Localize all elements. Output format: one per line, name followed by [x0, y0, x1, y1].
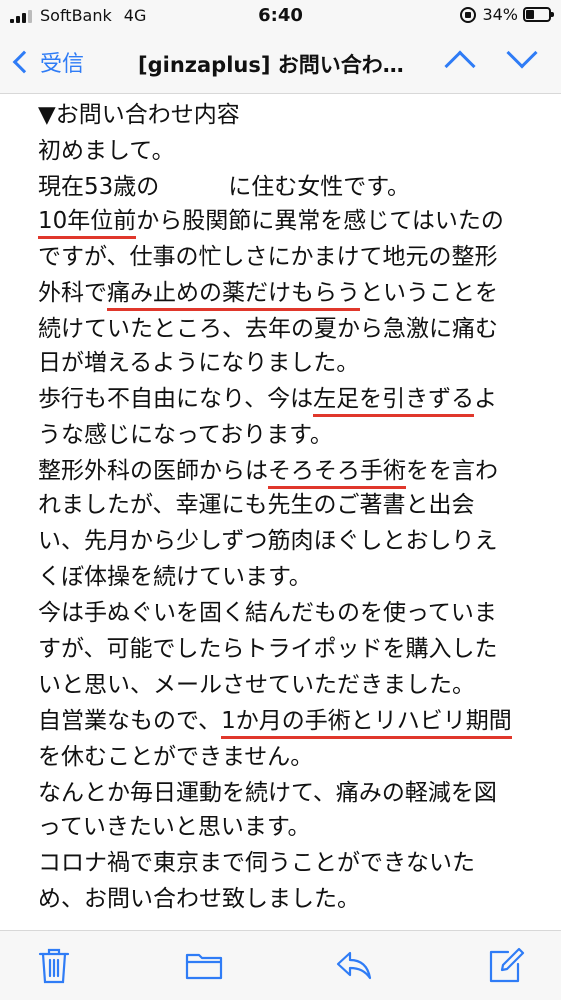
- body-text: 日が増えるようになりました。: [38, 350, 360, 376]
- body-text: 今は手ぬぐいを固く結んだものを使っていま: [38, 600, 497, 626]
- highlighted-phrase: 1か月の手術とリハビリ期間: [221, 708, 512, 739]
- body-text: 外科で: [38, 280, 107, 306]
- battery-percent: 34%: [482, 5, 518, 24]
- body-line: いと思い、メールさせていただきました。: [38, 670, 475, 700]
- highlighted-phrase: 10年位前: [38, 208, 137, 239]
- body-line: 10年位前から股関節に異常を感じてはいたの: [38, 206, 504, 239]
- body-text: なんとか毎日運動を続けて、痛みの軽減を図: [38, 780, 497, 806]
- email-body: ▼お問い合わせ内容 初めまして。 現在53歳の に住む女性です。 10年位前から…: [0, 94, 561, 930]
- email-subject-title: [ginzaplus] お問い合わ…: [138, 53, 404, 77]
- status-right: 34%: [460, 5, 554, 24]
- body-text: いと思い、メールさせていただきました。: [38, 672, 475, 698]
- body-line: うな感じになっております。: [38, 420, 333, 450]
- body-text: すが、可能でしたらトライポッドを購入した: [38, 636, 498, 662]
- next-message-button[interactable]: [506, 37, 538, 69]
- body-text: ▼お問い合わせ内容: [38, 102, 240, 128]
- nav-bar: 受信 [ginzaplus] お問い合わ…: [0, 32, 561, 94]
- compose-button[interactable]: [486, 945, 526, 985]
- trash-icon: [38, 948, 70, 984]
- highlighted-phrase: 痛み止めの薬だけもらう: [107, 280, 360, 311]
- body-text: 整形外科の医師からは: [38, 458, 268, 484]
- body-text: うな感じになっております。: [38, 422, 333, 448]
- body-line: くぼ体操を続けています。: [38, 562, 312, 592]
- body-line: なんとか毎日運動を続けて、痛みの軽減を図: [38, 778, 497, 808]
- body-text: くぼ体操を続けています。: [38, 564, 312, 590]
- body-text: っていきたいと思います。: [38, 814, 311, 840]
- body-line: 続けていたところ、去年の夏から急激に痛む: [38, 314, 498, 344]
- body-line: 自営業なもので、1か月の手術とリハビリ期間: [38, 706, 512, 739]
- body-line: れましたが、幸運にも先生のご著書と出会: [38, 490, 475, 520]
- move-to-folder-button[interactable]: [184, 945, 224, 985]
- reply-icon: [336, 951, 372, 980]
- highlighted-phrase: そろそろ手術: [268, 458, 406, 489]
- body-text: をを言わ: [406, 458, 498, 484]
- back-button[interactable]: 受信: [8, 46, 84, 78]
- body-line: 現在53歳の に住む女性です。: [38, 172, 410, 202]
- reply-button[interactable]: [334, 945, 374, 985]
- body-text: 歩行も不自由になり、今は: [38, 386, 314, 412]
- battery-icon: [523, 7, 554, 22]
- body-text: から股関節に異常を感じてはいたの: [136, 208, 504, 234]
- body-text: コロナ禍で東京まで伺うことができないた: [38, 850, 475, 876]
- body-text: 続けていたところ、去年の夏から急激に痛む: [38, 316, 498, 342]
- body-text: よ: [474, 386, 498, 412]
- orientation-lock-icon: [460, 6, 477, 23]
- body-line: 外科で痛み止めの薬だけもらうということを: [38, 278, 498, 311]
- body-text: ということを: [360, 280, 498, 306]
- body-line: っていきたいと思います。: [38, 812, 311, 842]
- body-line: 歩行も不自由になり、今は左足を引きずるよ: [38, 384, 498, 417]
- body-text: 初めまして。: [38, 138, 175, 164]
- body-line: 日が増えるようになりました。: [38, 348, 359, 378]
- body-text: れましたが、幸運にも先生のご著書と出会: [38, 492, 475, 518]
- body-line: 整形外科の医師からはそろそろ手術をを言わ: [38, 456, 498, 489]
- folder-icon: [185, 953, 223, 980]
- compose-icon: [489, 947, 525, 983]
- body-line: ですが、仕事の忙しさにかまけて地元の整形: [38, 242, 498, 272]
- body-line: を休むことができません。: [38, 742, 313, 772]
- body-text: 現在53歳の に住む女性です。: [38, 174, 410, 200]
- body-line: い、先月から少しずつ筋肉ほぐしとおしりえ: [38, 526, 498, 556]
- chevron-left-icon: [12, 50, 36, 74]
- body-line: 今は手ぬぐいを固く結んだものを使っていま: [38, 598, 497, 628]
- trash-button[interactable]: [34, 945, 74, 985]
- back-label: 受信: [40, 52, 85, 77]
- bottom-toolbar: [0, 930, 561, 1000]
- body-text: を休むことができません。: [38, 744, 314, 770]
- highlighted-phrase: 左足を引きずる: [313, 386, 475, 417]
- body-line: 初めまして。: [38, 136, 175, 166]
- body-text: ですが、仕事の忙しさにかまけて地元の整形: [38, 244, 498, 270]
- body-line: ▼お問い合わせ内容: [38, 100, 240, 130]
- body-text: 自営業なもので、: [38, 708, 222, 734]
- body-line: コロナ禍で東京まで伺うことができないた: [38, 848, 475, 878]
- body-text: め、お問い合わせ致しました。: [38, 886, 360, 912]
- previous-message-button[interactable]: [444, 50, 476, 82]
- body-line: すが、可能でしたらトライポッドを購入した: [38, 634, 498, 664]
- status-bar: SoftBank 4G 6:40 34%: [0, 0, 561, 32]
- body-line: め、お問い合わせ致しました。: [38, 884, 360, 914]
- body-text: い、先月から少しずつ筋肉ほぐしとおしりえ: [38, 528, 498, 554]
